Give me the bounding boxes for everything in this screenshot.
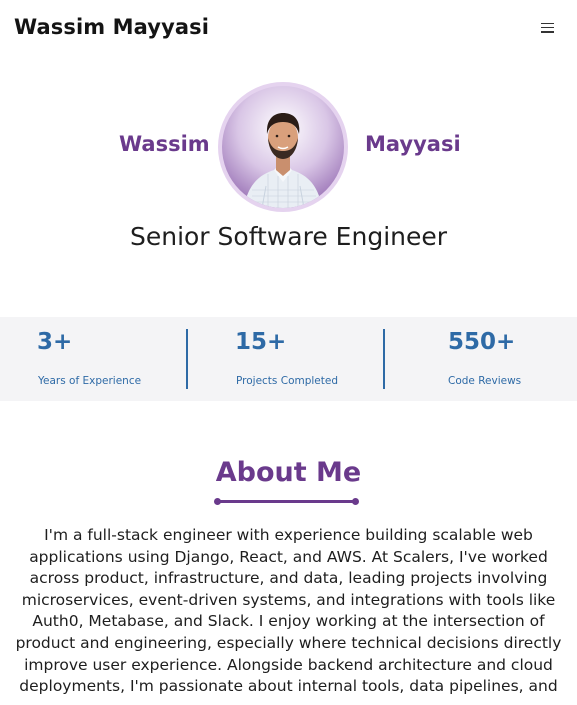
about-heading: About Me (215, 457, 362, 488)
stat-value: 550+ (448, 329, 516, 355)
stat-label: Code Reviews (448, 375, 522, 387)
stat-value: 3+ (37, 329, 73, 355)
stat-label: Projects Completed (236, 375, 339, 387)
stat-value: 15+ (235, 329, 287, 355)
stat-code-reviews: 550+ Code Reviews (385, 317, 577, 401)
stat-projects-completed: 15+ Projects Completed (188, 317, 384, 401)
hamburger-icon (541, 22, 554, 25)
hero-section: Wassim Mayyasi (0, 82, 577, 212)
navbar: Wassim Mayyasi (0, 0, 577, 60)
stat-years-experience: 3+ Years of Experience (0, 317, 188, 401)
stat-label: Years of Experience (38, 375, 142, 387)
about-heading-underline (214, 498, 359, 505)
about-paragraph: I'm a full-stack engineer with experienc… (15, 526, 562, 696)
job-title: Senior Software Engineer (129, 222, 448, 251)
profile-photo-icon (222, 86, 344, 208)
hamburger-menu-button[interactable] (541, 20, 559, 40)
brand-logo[interactable]: Wassim Mayyasi (14, 15, 209, 39)
hero-first-name: Wassim (119, 132, 210, 156)
avatar (218, 82, 348, 212)
stats-bar: 3+ Years of Experience 15+ Projects Comp… (0, 317, 577, 401)
hero-last-name: Mayyasi (365, 132, 461, 156)
